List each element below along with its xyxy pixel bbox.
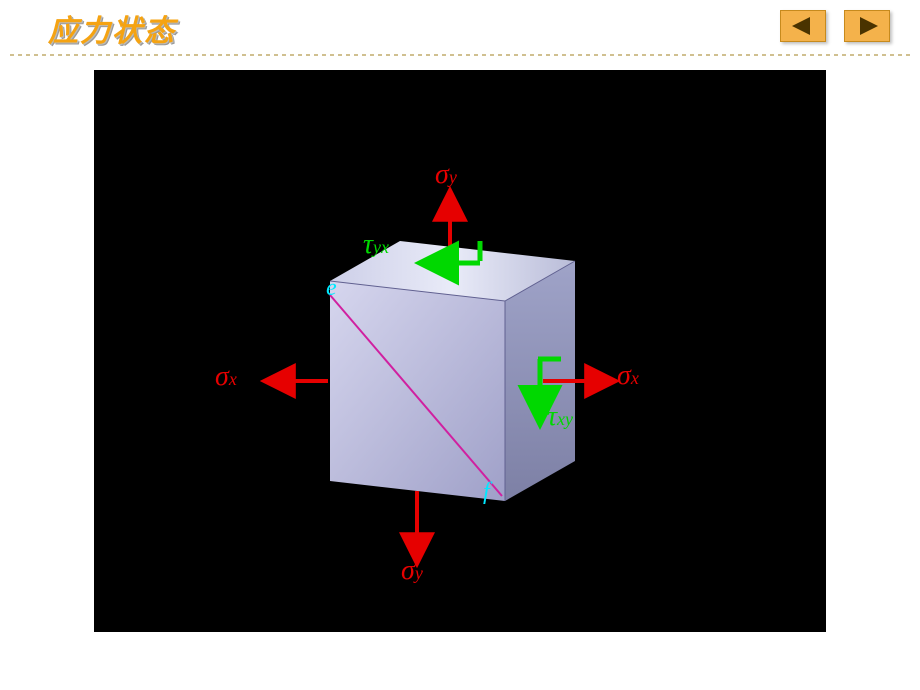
label-sigma-x-right: σx <box>617 360 639 392</box>
label-sigma-y-top: σy <box>435 159 457 191</box>
label-point-e: e <box>326 275 337 302</box>
label-sigma-x-left: σx <box>215 361 237 393</box>
header-divider <box>10 54 910 56</box>
triangle-left-icon <box>792 17 814 35</box>
cube-diagram <box>95 71 825 631</box>
next-button[interactable] <box>844 10 890 42</box>
stage-wrap: σy σy σx σx τyx τxy e f <box>0 70 920 632</box>
header-bar: 应力状态 <box>0 0 920 54</box>
page-title: 应力状态 <box>48 6 176 50</box>
triangle-right-icon <box>856 17 878 35</box>
label-sigma-y-bottom: σy <box>401 555 423 587</box>
diagram-stage: σy σy σx σx τyx τxy e f <box>94 70 826 632</box>
nav-buttons <box>780 10 890 42</box>
label-tau-yx: τyx <box>363 229 389 261</box>
label-point-f: f <box>483 479 490 506</box>
prev-button[interactable] <box>780 10 826 42</box>
label-tau-xy: τxy <box>547 401 573 433</box>
